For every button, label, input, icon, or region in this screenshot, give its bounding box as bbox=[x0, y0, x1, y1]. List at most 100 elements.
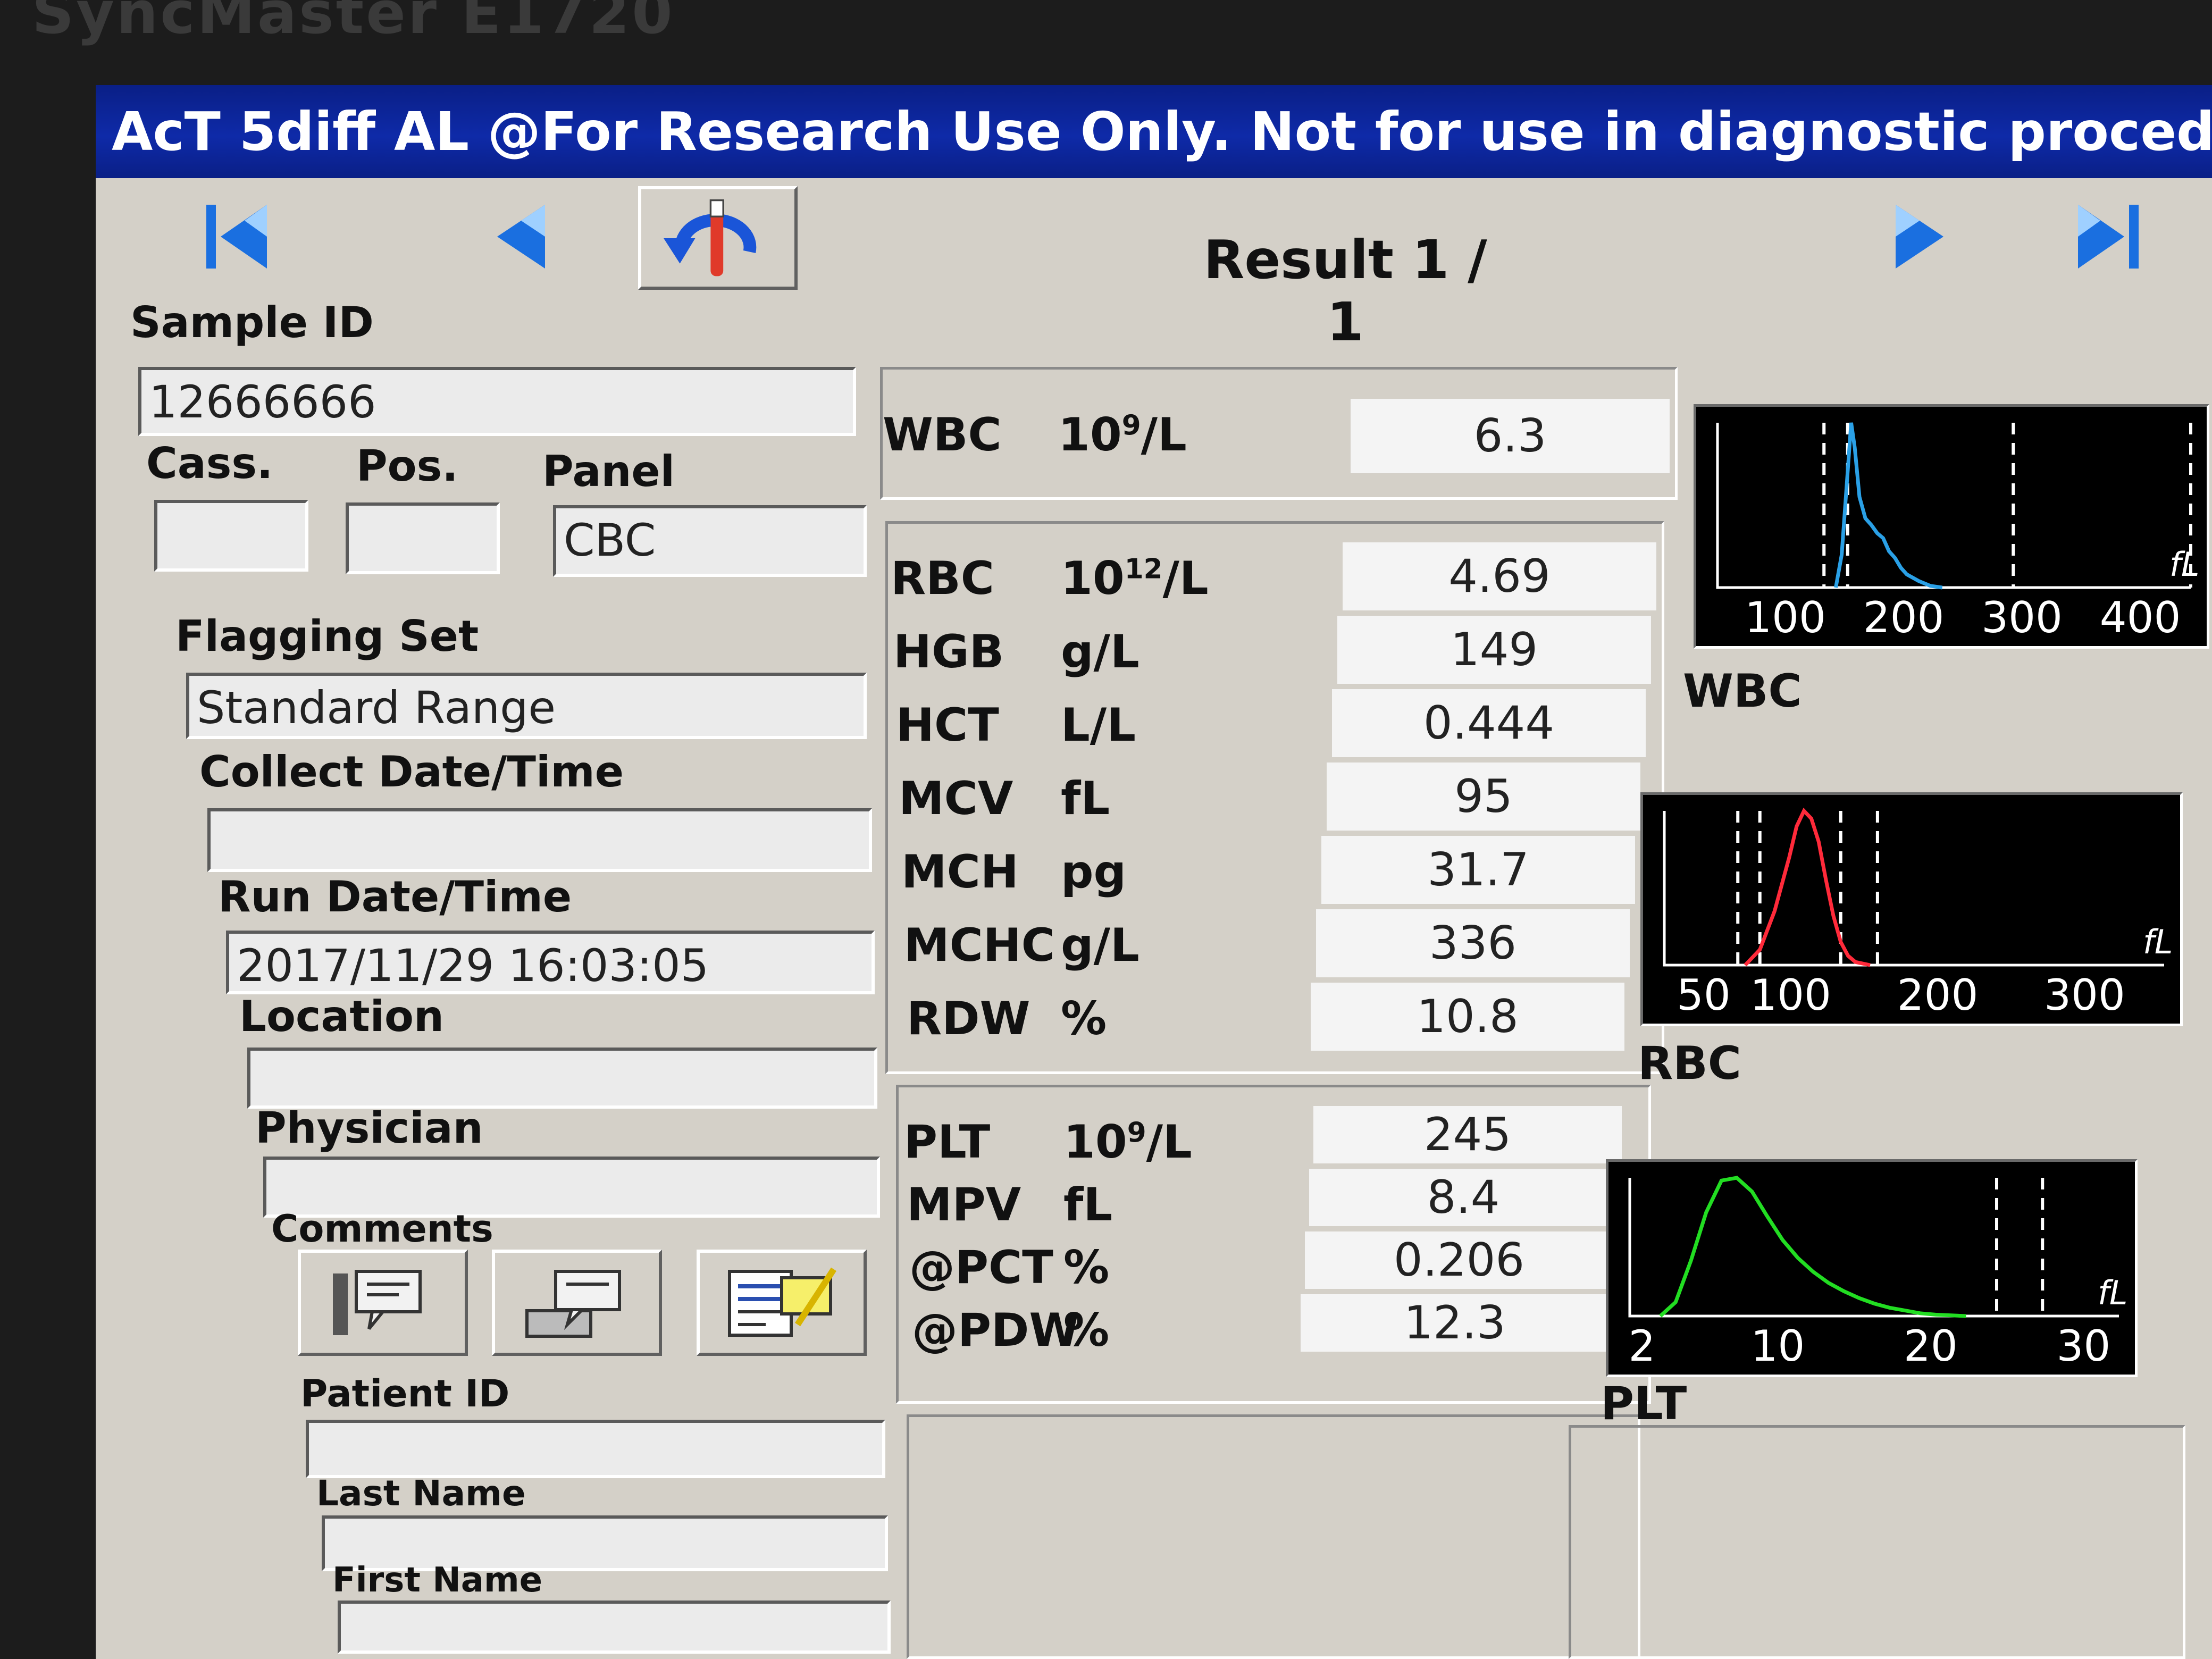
collect-datetime-field[interactable] bbox=[207, 808, 872, 872]
monitor-brand-label: SyncMaster E1720 bbox=[32, 0, 675, 47]
rbc-unit-label: fL bbox=[2143, 923, 2173, 961]
flagging-set-label: Flagging Set bbox=[175, 611, 479, 661]
hgb-unit: g/L bbox=[1061, 625, 1139, 678]
rdw-name: RDW bbox=[907, 992, 1030, 1045]
pdw-value: 12.3 bbox=[1301, 1294, 1609, 1352]
rerun-sample-icon bbox=[664, 199, 757, 276]
wbc-tick-label: 400 bbox=[2099, 593, 2181, 642]
wbc-tick-label: 300 bbox=[1981, 593, 2063, 642]
wbc-tick-label: 200 bbox=[1863, 593, 1945, 642]
wbc-unit: 109/L bbox=[1058, 408, 1187, 462]
plt-value: 245 bbox=[1313, 1106, 1622, 1163]
pos-label: Pos. bbox=[356, 441, 458, 491]
rbc-histogram-label: RBC bbox=[1638, 1037, 1741, 1090]
rbc-tick-label: 50 bbox=[1676, 970, 1731, 1020]
mcv-name: MCV bbox=[899, 772, 1013, 825]
rbc-histogram: 50 100 200 300 fL bbox=[1640, 792, 2183, 1026]
add-comment-button[interactable] bbox=[298, 1250, 468, 1356]
plt-histogram: 2 10 20 30 fL bbox=[1606, 1159, 2138, 1377]
plt-unit-label: fL bbox=[2098, 1273, 2128, 1312]
rbc-tick-label: 100 bbox=[1750, 970, 1831, 1020]
plt-histogram-label: PLT bbox=[1601, 1377, 1687, 1430]
pos-field[interactable] bbox=[346, 502, 500, 574]
patient-id-field[interactable] bbox=[306, 1420, 885, 1478]
mcv-unit: fL bbox=[1061, 772, 1110, 825]
plt-unit: 109/L bbox=[1063, 1116, 1192, 1169]
last-name-label: Last Name bbox=[316, 1473, 526, 1514]
wbc-histogram-label: WBC bbox=[1683, 665, 1802, 718]
wbc-histogram: 100 200 300 400 fL bbox=[1694, 404, 2209, 649]
plt-tick-label: 30 bbox=[2056, 1321, 2111, 1371]
wbc-tick-label: 100 bbox=[1745, 593, 1826, 642]
wbc-unit-label: fL bbox=[2169, 545, 2200, 584]
hct-value: 0.444 bbox=[1332, 689, 1646, 757]
physician-label: Physician bbox=[255, 1103, 483, 1153]
plt-unit-tail: /L bbox=[1146, 1116, 1192, 1169]
rbc-unit-tail: /L bbox=[1162, 552, 1209, 605]
pct-value: 0.206 bbox=[1305, 1231, 1613, 1289]
wbc-distribution-curve bbox=[1834, 422, 1943, 590]
pdw-name: @PDW bbox=[912, 1304, 1080, 1357]
patient-report-button[interactable] bbox=[697, 1250, 867, 1356]
plt-tick-label: 2 bbox=[1628, 1321, 1656, 1371]
hct-unit: L/L bbox=[1061, 699, 1136, 752]
mch-value: 31.7 bbox=[1321, 836, 1635, 904]
flagging-set-field[interactable]: Standard Range bbox=[186, 673, 867, 739]
first-name-field[interactable] bbox=[338, 1601, 891, 1654]
wbc-unit-tail: /L bbox=[1141, 408, 1187, 462]
sample-id-label: Sample ID bbox=[130, 298, 374, 347]
wbc-value: 6.3 bbox=[1351, 399, 1670, 473]
rerun-sample-button[interactable] bbox=[638, 186, 798, 290]
rbc-distribution-curve bbox=[1744, 807, 1871, 967]
location-label: Location bbox=[239, 992, 444, 1041]
first-record-icon bbox=[206, 205, 267, 269]
mchc-name: MCHC bbox=[904, 919, 1055, 972]
plt-tick-label: 10 bbox=[1750, 1321, 1805, 1371]
print-comment-button[interactable] bbox=[492, 1250, 662, 1356]
comment-print-icon bbox=[525, 1270, 621, 1338]
wbc-unit-base: 10 bbox=[1058, 408, 1122, 462]
wbc-unit-exponent: 9 bbox=[1121, 409, 1141, 442]
next-record-icon bbox=[1896, 205, 1943, 269]
rdw-unit: % bbox=[1061, 992, 1107, 1045]
pdw-unit: % bbox=[1063, 1304, 1110, 1357]
hct-name: HCT bbox=[896, 699, 999, 752]
pct-name: @PCT bbox=[909, 1241, 1053, 1294]
last-record-button[interactable] bbox=[2063, 191, 2154, 282]
panel-label: Panel bbox=[542, 447, 675, 496]
window-title: AcT 5diff AL @For Research Use Only. Not… bbox=[112, 100, 2212, 163]
panel-field[interactable]: CBC bbox=[553, 505, 867, 577]
window-title-bar: AcT 5diff AL @For Research Use Only. Not… bbox=[96, 85, 2212, 178]
plt-unit-exponent: 9 bbox=[1127, 1117, 1146, 1149]
result-counter: Result 1 / 1 bbox=[1203, 229, 1487, 353]
comment-edit-icon bbox=[333, 1270, 422, 1335]
comments-label: Comments bbox=[271, 1207, 493, 1251]
plt-tick-label: 20 bbox=[1904, 1321, 1958, 1371]
rbc-unit: 1012/L bbox=[1061, 552, 1209, 605]
mpv-value: 8.4 bbox=[1309, 1169, 1618, 1226]
mcv-value: 95 bbox=[1327, 763, 1640, 831]
wbc-histogram-axes bbox=[1716, 423, 2191, 589]
sample-id-field[interactable]: 12666666 bbox=[138, 367, 856, 436]
rbc-unit-exponent: 12 bbox=[1124, 553, 1163, 585]
plt-distribution-curve bbox=[1659, 1176, 1966, 1318]
rbc-name: RBC bbox=[891, 552, 994, 605]
report-edit-icon bbox=[728, 1267, 837, 1337]
rdw-value: 10.8 bbox=[1311, 983, 1624, 1051]
location-field[interactable] bbox=[247, 1048, 877, 1109]
first-record-button[interactable] bbox=[191, 191, 282, 282]
empty-result-group bbox=[907, 1414, 1640, 1659]
cass-field[interactable] bbox=[154, 500, 308, 572]
plt-unit-base: 10 bbox=[1063, 1116, 1127, 1169]
rbc-unit-base: 10 bbox=[1061, 552, 1125, 605]
run-datetime-field[interactable]: 2017/11/29 16:03:05 bbox=[226, 931, 875, 994]
previous-record-button[interactable] bbox=[476, 191, 566, 282]
collect-datetime-label: Collect Date/Time bbox=[199, 747, 624, 797]
mchc-unit: g/L bbox=[1061, 919, 1139, 972]
next-record-button[interactable] bbox=[1874, 191, 1965, 282]
mpv-unit: fL bbox=[1063, 1178, 1113, 1231]
rbc-tick-label: 300 bbox=[2044, 970, 2125, 1020]
mch-name: MCH bbox=[901, 845, 1019, 899]
rbc-value: 4.69 bbox=[1343, 542, 1656, 610]
plt-name: PLT bbox=[904, 1116, 991, 1169]
